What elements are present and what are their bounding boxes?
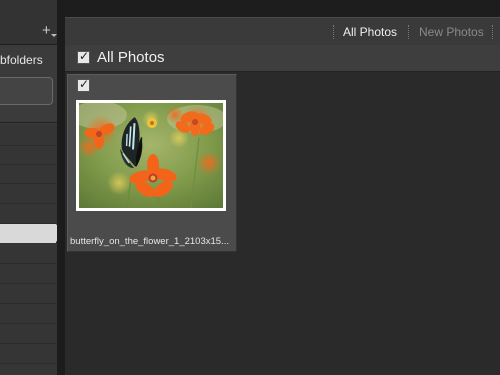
folder-item-selected[interactable] bbox=[0, 224, 56, 243]
folder-row-divider bbox=[0, 164, 57, 165]
photo-filename: butterfly_on_the_flower_1_2103x15... bbox=[70, 236, 229, 247]
checkmark-icon: ✓ bbox=[79, 77, 90, 91]
folder-row-divider bbox=[0, 283, 57, 284]
folder-row-divider bbox=[0, 145, 57, 146]
checkmark-icon: ✓ bbox=[79, 49, 90, 63]
folder-row-divider bbox=[0, 183, 57, 184]
panel-splitter[interactable] bbox=[57, 0, 65, 375]
divider bbox=[0, 122, 57, 123]
section-title: All Photos bbox=[97, 49, 165, 66]
left-panel-button[interactable] bbox=[0, 77, 53, 105]
separator bbox=[492, 25, 494, 39]
photo-grid-cell[interactable]: ✓ butterfly_on_the_flower_1_2103x15... bbox=[67, 74, 237, 252]
left-panel-header: + bbox=[0, 0, 57, 45]
section-header: ✓ All Photos bbox=[65, 45, 500, 72]
tab-new-photos[interactable]: New Photos bbox=[419, 25, 484, 39]
photo-checkbox[interactable]: ✓ bbox=[77, 77, 90, 92]
folder-row-divider bbox=[0, 303, 57, 304]
plus-icon[interactable]: + bbox=[42, 23, 57, 38]
folder-row-divider bbox=[0, 263, 57, 264]
include-subfolders-label: bfolders bbox=[0, 53, 43, 67]
folder-row-divider bbox=[0, 343, 57, 344]
folder-row-divider bbox=[0, 203, 57, 204]
folder-list bbox=[0, 124, 57, 375]
folder-row-divider bbox=[0, 363, 57, 364]
photo-thumbnail-frame[interactable] bbox=[76, 100, 226, 211]
toolbar-strip bbox=[65, 0, 500, 17]
left-panel: + bfolders bbox=[0, 0, 57, 375]
tab-all-photos[interactable]: All Photos bbox=[343, 25, 397, 39]
section-checkbox[interactable]: ✓ bbox=[77, 49, 90, 64]
separator bbox=[408, 25, 410, 39]
separator bbox=[333, 25, 335, 39]
butterfly-photo-image bbox=[79, 103, 223, 208]
photo-thumbnail[interactable] bbox=[79, 103, 223, 208]
folder-row-divider bbox=[0, 323, 57, 324]
filter-bar: All Photos New Photos bbox=[65, 17, 500, 46]
